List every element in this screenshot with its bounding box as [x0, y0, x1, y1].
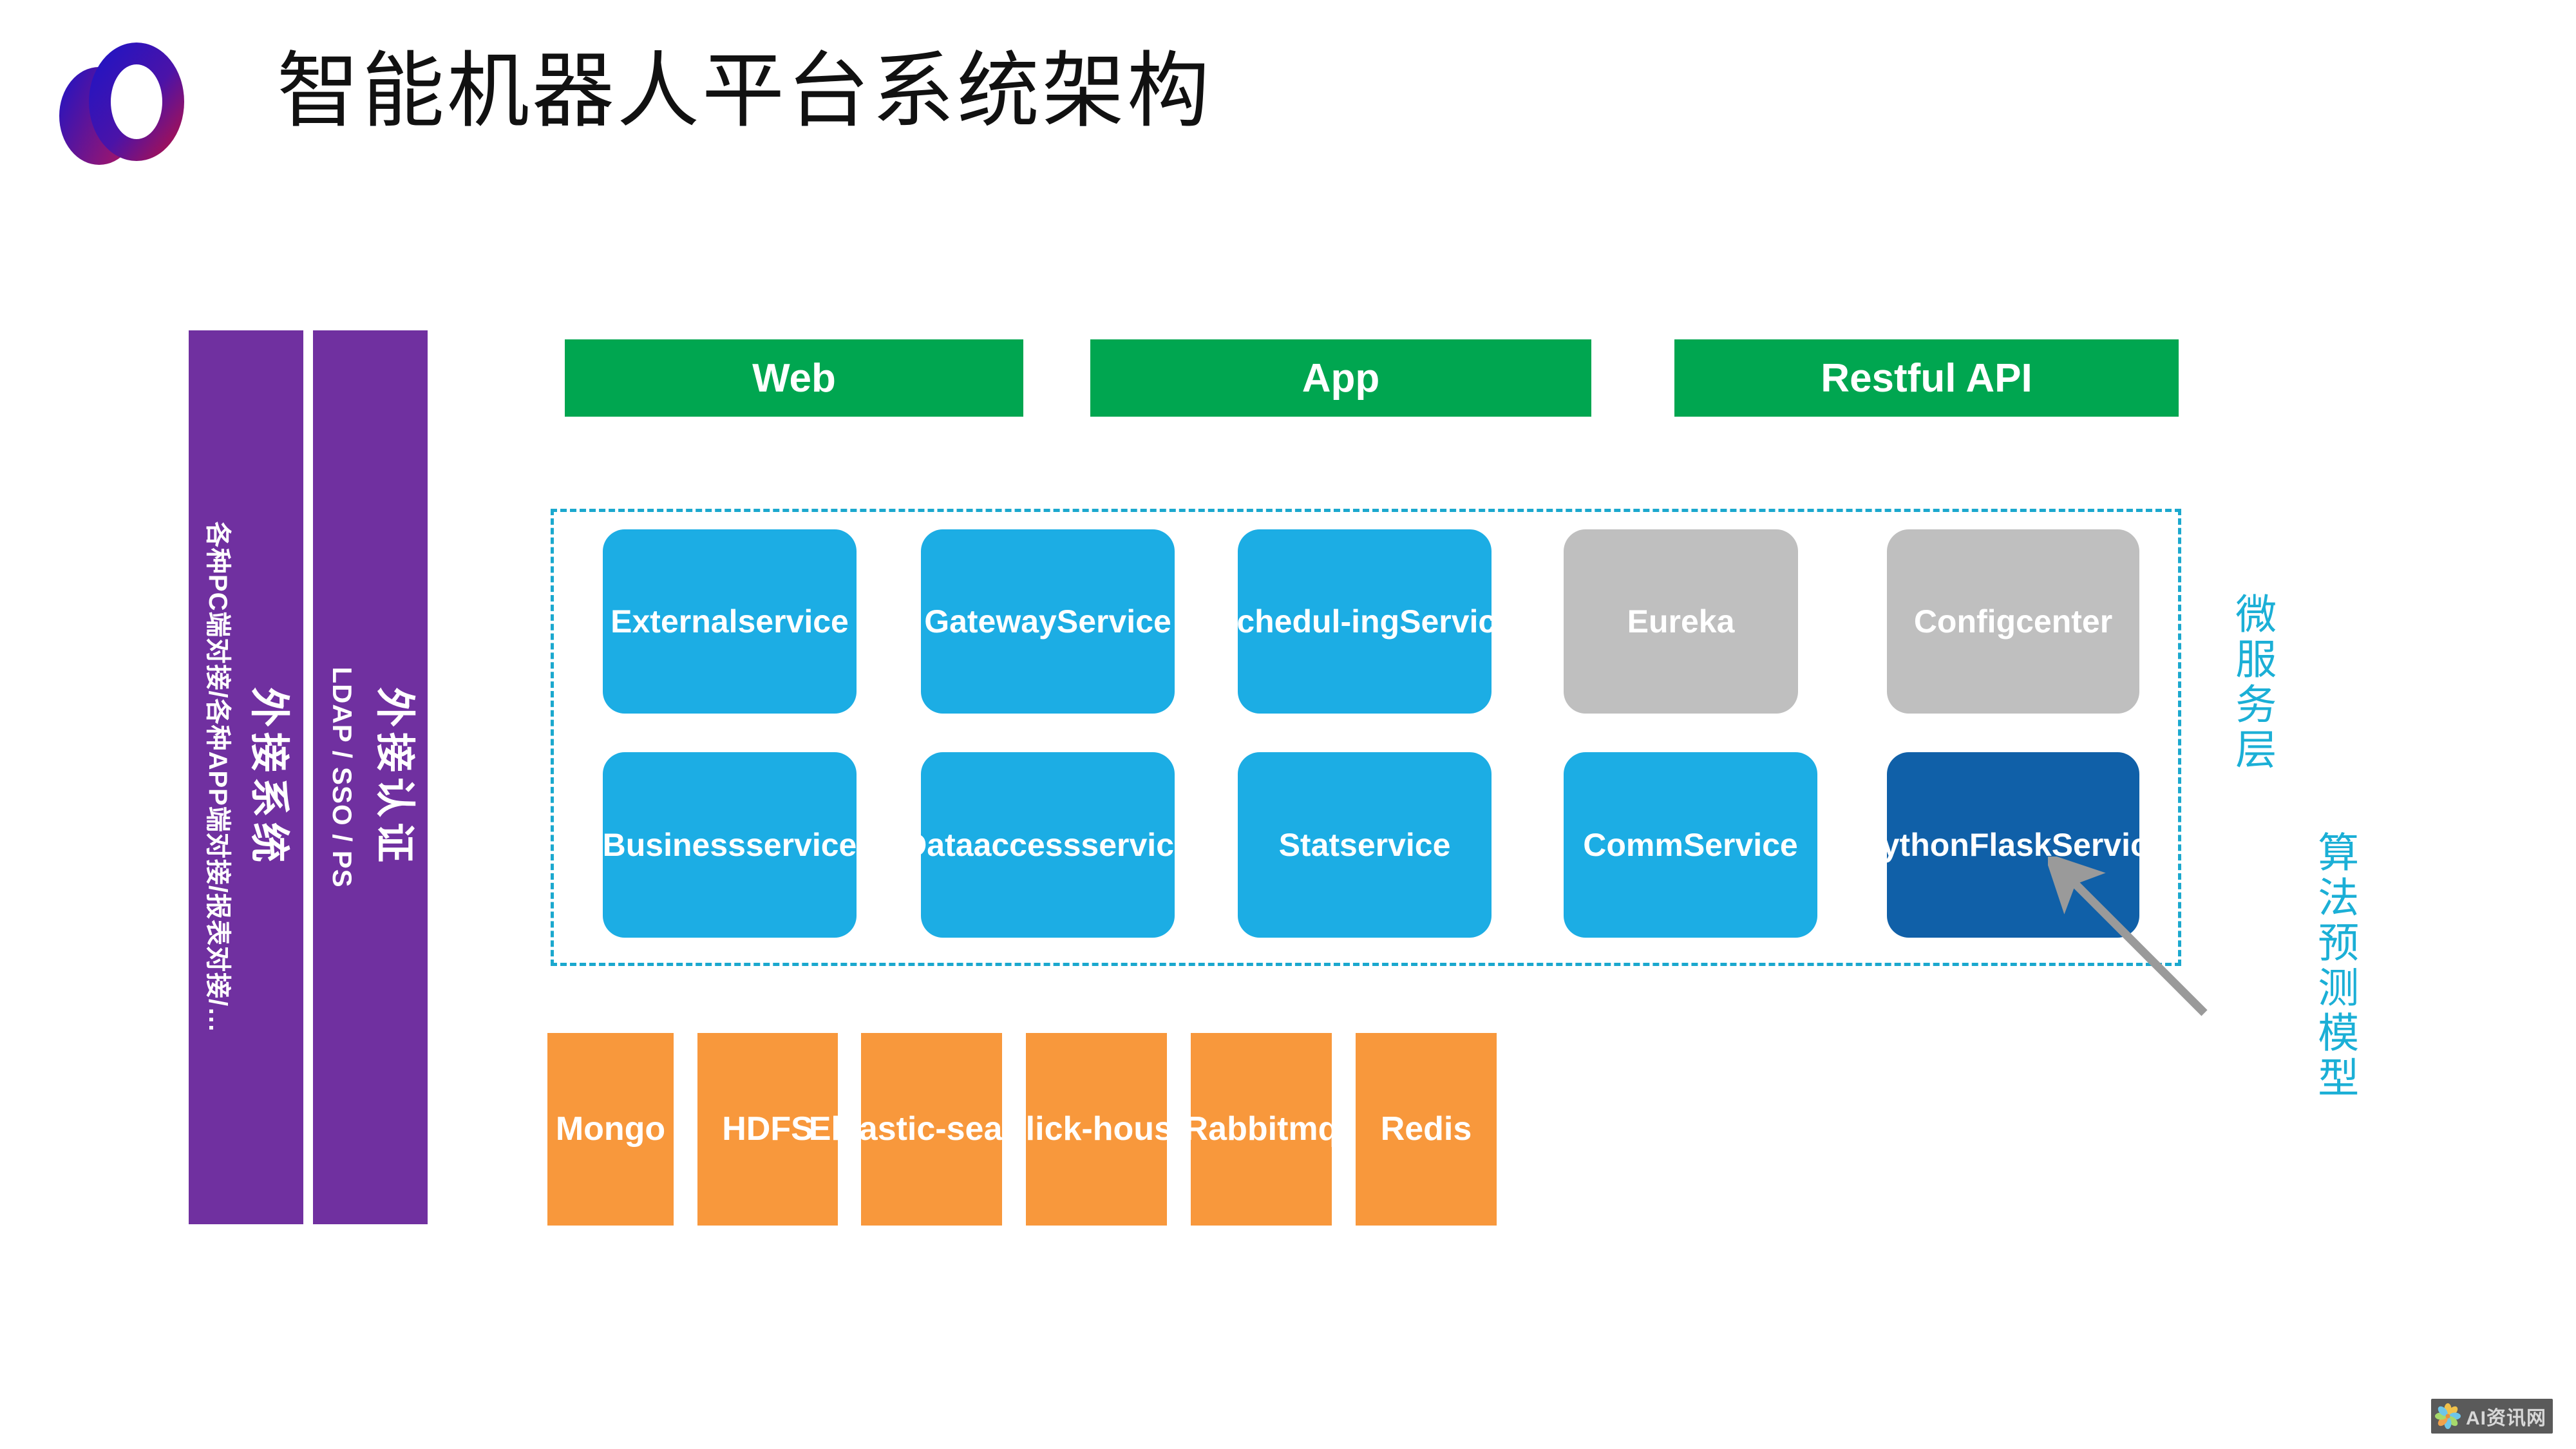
service-stat-service[interactable]: Stat service: [1238, 752, 1492, 938]
service-external-service[interactable]: External service: [603, 529, 857, 714]
service-comm-service[interactable]: Comm Service: [1564, 752, 1817, 938]
service-scheduling-service[interactable]: Schedul-ing Service: [1215, 529, 1514, 714]
service-data-access-service[interactable]: Data access service: [904, 752, 1192, 938]
external-auth-bar: LDAP / SSO / PS 外接认证: [313, 330, 428, 1224]
storage-item-click-house[interactable]: Click-house: [1001, 1033, 1191, 1226]
flower-logo-icon: [2435, 1403, 2461, 1429]
diagram-canvas: 智能机器人平台系统架构 各种PC端对接/各种APP端对接/报表对接/… 外接系统…: [0, 0, 2576, 1449]
external-auth-title: 外接认证: [372, 687, 417, 868]
external-system-bar: 各种PC端对接/各种APP端对接/报表对接/… 外接系统: [189, 330, 303, 1224]
external-auth-detail: LDAP / SSO / PS: [327, 667, 357, 888]
arrow-up-left-icon: [2048, 857, 2208, 1016]
storage-item-rabbit-mq[interactable]: Rabbit mq: [1184, 1033, 1338, 1226]
storage-item-eleastic-search[interactable]: Eleastic-search: [809, 1033, 1054, 1226]
service-eureka[interactable]: Eureka: [1564, 529, 1798, 714]
external-system-title: 外接系统: [247, 687, 291, 868]
storage-item-mongo[interactable]: Mongo: [547, 1033, 674, 1226]
watermark-text: AI资讯网: [2466, 1408, 2546, 1429]
service-business-service[interactable]: Business service: [603, 752, 857, 938]
service-gateway-service[interactable]: Gateway Service: [921, 529, 1175, 714]
page-title: 智能机器人平台系统架构: [277, 45, 1213, 137]
access-item-app[interactable]: App: [1090, 339, 1591, 417]
watermark: AI资讯网: [2431, 1399, 2553, 1434]
service-config-center[interactable]: Config center: [1887, 529, 2139, 714]
storage-item-redis[interactable]: Redis: [1356, 1033, 1497, 1226]
external-system-detail: 各种PC端对接/各种APP端对接/报表对接/…: [204, 521, 232, 1034]
label-algorithm-model: 算法预测模型: [2312, 831, 2359, 1101]
access-item-restful-api[interactable]: Restful API: [1674, 339, 2179, 417]
access-item-web[interactable]: Web: [565, 339, 1023, 417]
label-microservice-layer: 微服务层: [2230, 592, 2277, 773]
overlapping-rings-logo: [59, 43, 184, 165]
